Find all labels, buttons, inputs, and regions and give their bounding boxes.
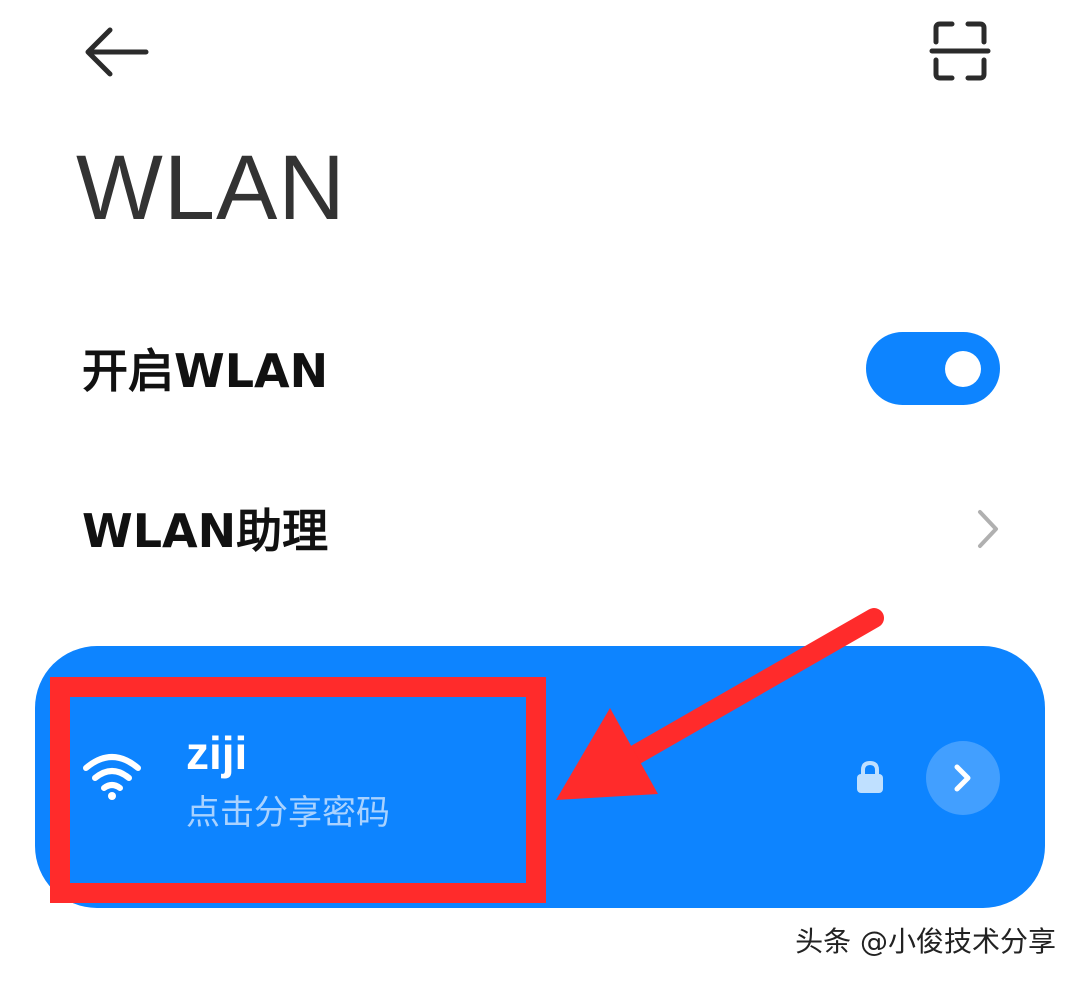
lock-icon — [857, 760, 883, 793]
wifi-icon — [83, 754, 141, 800]
wlan-assistant-row[interactable]: WLAN助理 — [0, 468, 1080, 588]
wlan-assistant-label: WLAN助理 — [82, 504, 329, 558]
wlan-settings-screen: WLAN 开启WLAN WLAN助理 ziji 点击分享密码 头条 @小俊技术分… — [0, 0, 1080, 983]
toggle-knob — [945, 351, 981, 387]
scan-qr-icon — [929, 21, 991, 81]
network-detail-button[interactable] — [926, 741, 1000, 815]
chevron-right-icon — [978, 510, 998, 548]
enable-wlan-label: 开启WLAN — [82, 344, 329, 398]
enable-wlan-toggle[interactable] — [866, 332, 1000, 405]
watermark: 头条 @小俊技术分享 — [795, 925, 1056, 958]
scan-button[interactable] — [924, 18, 996, 84]
share-password-hint[interactable]: 点击分享密码 — [186, 796, 390, 830]
page-title: WLAN — [76, 137, 346, 239]
network-name: ziji — [186, 727, 248, 779]
chevron-right-icon — [954, 764, 971, 792]
arrow-left-icon — [85, 27, 149, 77]
back-button[interactable] — [80, 22, 152, 82]
